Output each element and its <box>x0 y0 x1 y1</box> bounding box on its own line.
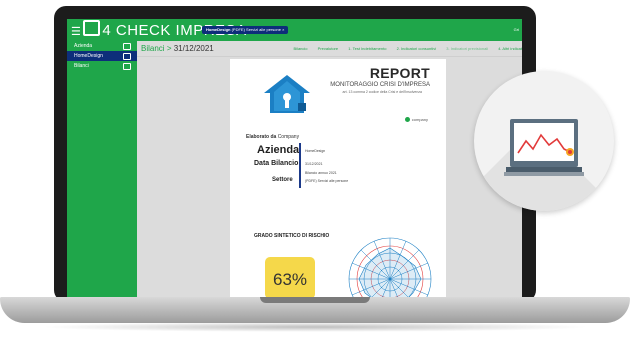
company-chip[interactable]: HomeDesign (PDFE) Servizi alle persone × <box>202 26 289 34</box>
report-title: REPORT <box>369 65 430 81</box>
azienda-label: Azienda <box>257 144 300 156</box>
laptop-notch <box>260 297 370 303</box>
tab-prevalutore[interactable]: Prevalutore <box>318 46 338 51</box>
elaborato-value: Company <box>277 134 300 140</box>
risk-radar-chart <box>348 237 432 297</box>
sidebar-item-label: Bilanci <box>74 63 89 69</box>
bilancio-extra-value: Bilancio annuo 2021 <box>305 171 337 175</box>
breadcrumb-separator: > <box>166 44 172 53</box>
tab-bilancio[interactable]: Bilancio <box>294 46 308 51</box>
chip-close-icon[interactable]: × <box>282 27 284 32</box>
settore-label: Settore <box>272 177 293 183</box>
elaborato-label: Elaborato da <box>246 134 277 140</box>
tab-indicatori-consuntivi[interactable]: 2. Indicatori consuntivi <box>397 46 437 51</box>
company-logo: company <box>404 117 428 122</box>
info-divider <box>299 143 301 188</box>
monitor-screen <box>514 123 574 161</box>
sidebar-item-label: HomeDesign <box>74 53 103 59</box>
monitor-icon <box>510 119 578 167</box>
company-logo-icon <box>404 117 410 122</box>
report-document: REPORT MONITORAGGIO CRISI D'IMPRESA art.… <box>230 59 446 297</box>
sidebar-item-label: Azienda <box>74 43 93 49</box>
sidebar-item-bilanci[interactable]: Bilanci <box>67 61 137 71</box>
tab-bar: Bilancio Prevalutore 1. Test Indebitamen… <box>285 46 522 52</box>
chip-company: HomeDesign <box>206 27 231 32</box>
azienda-value: HomeDesign <box>305 149 326 153</box>
app-logo-icon <box>83 20 101 36</box>
breadcrumb: Bilanci > 31/12/2021 <box>141 43 214 55</box>
house-logo-icon <box>264 75 310 113</box>
company-logo-text: company <box>411 117 428 122</box>
tab-test-indebitamento[interactable]: 1. Test Indebitamento <box>348 46 386 51</box>
top-right-text[interactable]: Gri <box>514 26 519 34</box>
main-content: Bilanci > 31/12/2021 Bilancio Prevalutor… <box>137 41 522 297</box>
laptop-shadow <box>40 322 590 332</box>
sidebar-item-azienda[interactable]: Azienda <box>67 41 137 51</box>
elaborato-row: Elaborato da Company <box>246 134 299 140</box>
tab-indicatori-previsionali[interactable]: 3. Indicatori previsionali <box>446 46 488 51</box>
risk-grade-value: 63% <box>265 257 315 297</box>
top-bar: ☰ 4 CHECK IMPRESA HomeDesign (PDFE) Servi… <box>67 19 522 41</box>
laptop-screen: ☰ 4 CHECK IMPRESA HomeDesign (PDFE) Servi… <box>67 19 522 297</box>
header-divider <box>137 56 522 57</box>
line-chart-icon <box>517 133 574 156</box>
chip-detail: (PDFE) Servizi alle persone <box>231 27 281 32</box>
tab-altri-indicatori[interactable]: 4. Altri indicat <box>498 46 522 51</box>
data-bilancio-label: Data Bilancio <box>254 160 299 167</box>
settore-value: (PDFE) Servizi alle persone <box>305 179 349 183</box>
breadcrumb-root[interactable]: Bilanci <box>141 44 165 53</box>
monitor-base <box>504 172 584 176</box>
chart-badge <box>474 71 614 211</box>
report-note: art. 13 comma 2 codice della Crisi e del… <box>342 90 422 94</box>
sidebar: Azienda HomeDesign Bilanci <box>67 41 137 297</box>
sidebar-item-homedesign[interactable]: HomeDesign <box>67 51 137 61</box>
report-subtitle: MONITORAGGIO CRISI D'IMPRESA <box>330 82 430 88</box>
folder-icon <box>123 53 131 60</box>
data-bilancio-value: 31/12/2021 <box>305 162 323 166</box>
menu-icon[interactable]: ☰ <box>71 26 81 38</box>
folder-icon <box>123 43 131 50</box>
list-icon <box>123 63 131 70</box>
risk-grade-label: GRADO SINTETICO DI RISCHIO <box>254 233 330 239</box>
breadcrumb-date: 31/12/2021 <box>173 44 214 53</box>
